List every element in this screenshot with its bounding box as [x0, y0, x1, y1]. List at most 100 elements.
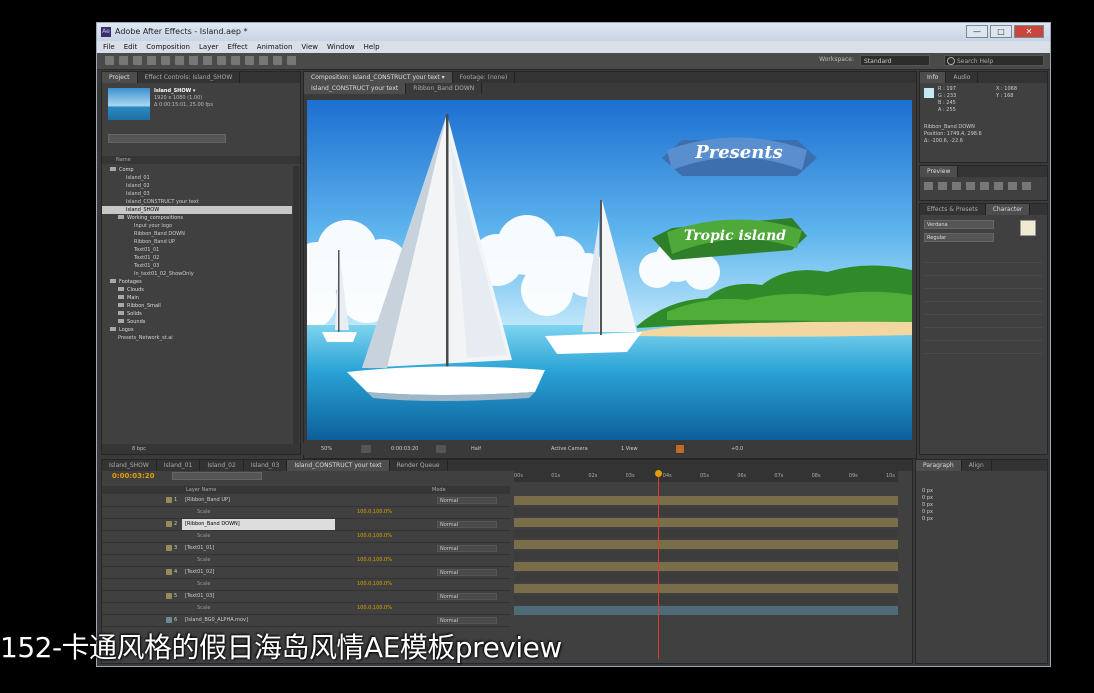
layer-mode-select[interactable]: Normal — [437, 593, 497, 600]
font-style-select[interactable]: Regular — [924, 233, 994, 242]
resolution-select[interactable]: Half — [471, 445, 481, 453]
magnification-select[interactable]: 50% — [321, 445, 332, 453]
project-item[interactable]: Text01_01 — [102, 246, 292, 254]
property-row[interactable]: Scale 100.0,100.0% — [102, 555, 510, 567]
project-folder[interactable]: Main — [102, 294, 292, 302]
tab-preview[interactable]: Preview — [920, 166, 959, 177]
snapshot-icon[interactable] — [436, 445, 446, 453]
layer-row[interactable]: 4 Normal [Text01_02] — [102, 567, 510, 579]
property-value[interactable]: 100.0,100.0% — [357, 555, 392, 566]
project-tab-0[interactable]: Project — [102, 72, 138, 83]
loop-icon[interactable] — [1008, 182, 1017, 190]
property-name[interactable]: Scale — [194, 603, 347, 614]
property-row[interactable]: Scale 100.0,100.0% — [102, 531, 510, 543]
timeline-tab-0[interactable]: Island_SHOW — [102, 460, 157, 471]
next-frame-icon[interactable] — [966, 182, 975, 190]
pan-behind-tool-icon[interactable] — [175, 56, 184, 65]
time-ruler[interactable]: 00s 01s 02s 03s 04s 05s 06s 07s 08s 09s 10s — [514, 470, 898, 482]
layer-name[interactable]: [Island_BG0_ALPHA.mov] — [182, 615, 335, 626]
roto-brush-tool-icon[interactable] — [273, 56, 282, 65]
layer-duration-bar[interactable] — [514, 518, 898, 527]
character-setting-row[interactable] — [924, 315, 1043, 328]
property-row[interactable]: Scale 100.0,100.0% — [102, 603, 510, 615]
project-folder[interactable]: Ribbon_Small — [102, 302, 292, 310]
layer-duration-bar[interactable] — [514, 562, 898, 571]
character-setting-row[interactable] — [924, 276, 1043, 289]
timeline-tab-4[interactable]: Island_CONSTRUCT your text — [287, 460, 390, 471]
project-item[interactable]: Text01_03 — [102, 262, 292, 270]
bpc-label[interactable]: 8 bpc — [132, 446, 146, 452]
paragraph-tab-1[interactable]: Align — [962, 460, 992, 471]
menu-layer[interactable]: Layer — [199, 41, 219, 53]
composition-sub-tab-0[interactable]: Island_CONSTRUCT your text — [304, 83, 407, 94]
character-setting-row[interactable] — [924, 250, 1043, 263]
menu-animation[interactable]: Animation — [257, 41, 293, 53]
paragraph-value[interactable]: 0 px — [922, 502, 933, 509]
timeline-tracks[interactable]: 00s 01s 02s 03s 04s 05s 06s 07s 08s 09s 10s — [514, 470, 898, 659]
grid-toggle-icon[interactable] — [361, 445, 371, 453]
zoom-tool-icon[interactable] — [133, 56, 142, 65]
layer-mode-select[interactable]: Normal — [437, 521, 497, 528]
prev-frame-icon[interactable] — [938, 182, 947, 190]
composition-tab-0[interactable]: Composition: Island_CONSTRUCT your text … — [304, 72, 453, 83]
timeline-tab-1[interactable]: Island_01 — [157, 460, 201, 471]
property-value[interactable]: 100.0,100.0% — [357, 603, 392, 614]
timeline-timecode[interactable]: 0:00:03:20 — [112, 472, 155, 480]
project-search-input[interactable] — [108, 134, 226, 143]
first-frame-icon[interactable] — [924, 182, 933, 190]
paragraph-value[interactable]: 0 px — [922, 488, 933, 495]
views-select[interactable]: 1 View — [621, 445, 638, 453]
selection-tool-icon[interactable] — [105, 56, 114, 65]
font-family-select[interactable]: Verdana — [924, 220, 994, 229]
character-setting-row[interactable] — [924, 302, 1043, 315]
project-folder[interactable]: Working_compositions — [102, 214, 292, 222]
property-track[interactable] — [514, 551, 898, 560]
layer-duration-bar[interactable] — [514, 540, 898, 549]
info-tab-0[interactable]: Info — [920, 72, 947, 83]
layer-label-color[interactable] — [166, 521, 172, 527]
property-value[interactable]: 100.0,100.0% — [357, 579, 392, 590]
menu-view[interactable]: View — [301, 41, 318, 53]
audio-icon[interactable] — [994, 182, 1003, 190]
character-setting-row[interactable] — [924, 263, 1043, 276]
project-folder[interactable]: Logos — [102, 326, 292, 334]
camera-select[interactable]: Active Camera — [551, 445, 588, 453]
fill-color-swatch[interactable] — [1020, 220, 1036, 236]
property-value[interactable]: 100.0,100.0% — [357, 507, 392, 518]
layer-row[interactable]: 5 Normal [Text01_03] — [102, 591, 510, 603]
layer-mode-select[interactable]: Normal — [437, 497, 497, 504]
property-name[interactable]: Scale — [194, 555, 347, 566]
timeline-tab-3[interactable]: Island_03 — [244, 460, 288, 471]
layer-row[interactable]: 1 Normal [Ribbon_Band UP] — [102, 495, 510, 507]
ram-preview-icon[interactable] — [1022, 182, 1031, 190]
viewer-timecode[interactable]: 0:00:03:20 — [391, 445, 418, 453]
layer-label-color[interactable] — [166, 497, 172, 503]
camera-tool-icon[interactable] — [161, 56, 170, 65]
hand-tool-icon[interactable] — [119, 56, 128, 65]
project-tab-1[interactable]: Effect Controls: Island_SHOW — [138, 72, 241, 83]
layer-name[interactable]: [Text01_03] — [182, 591, 335, 602]
property-value[interactable]: 100.0,100.0% — [357, 531, 392, 542]
layer-duration-bar[interactable] — [514, 496, 898, 505]
menu-composition[interactable]: Composition — [146, 41, 190, 53]
project-item[interactable]: Island_03 — [102, 190, 292, 198]
fast-preview-icon[interactable] — [676, 445, 684, 453]
timeline-tab-2[interactable]: Island_02 — [200, 460, 244, 471]
menu-edit[interactable]: Edit — [124, 41, 138, 53]
maximize-button[interactable]: □ — [990, 25, 1012, 38]
composition-tab-1[interactable]: Footage: (none) — [453, 72, 516, 83]
timeline-search-input[interactable] — [172, 472, 262, 480]
puppet-tool-icon[interactable] — [287, 56, 296, 65]
exposure-value[interactable]: +0.0 — [731, 445, 743, 453]
composition-sub-tab-1[interactable]: Ribbon_Band DOWN — [406, 83, 483, 94]
close-button[interactable]: ✕ — [1014, 25, 1044, 38]
mask-tool-icon[interactable] — [189, 56, 198, 65]
project-item[interactable]: In_text01_02_ShowOnly — [102, 270, 292, 278]
layer-mode-select[interactable]: Normal — [437, 545, 497, 552]
project-item[interactable]: Island_01 — [102, 174, 292, 182]
layer-label-color[interactable] — [166, 569, 172, 575]
property-name[interactable]: Scale — [194, 579, 347, 590]
character-setting-row[interactable] — [924, 289, 1043, 302]
layer-name[interactable]: [Text01_01] — [182, 543, 335, 554]
project-folder[interactable]: Sounds — [102, 318, 292, 326]
